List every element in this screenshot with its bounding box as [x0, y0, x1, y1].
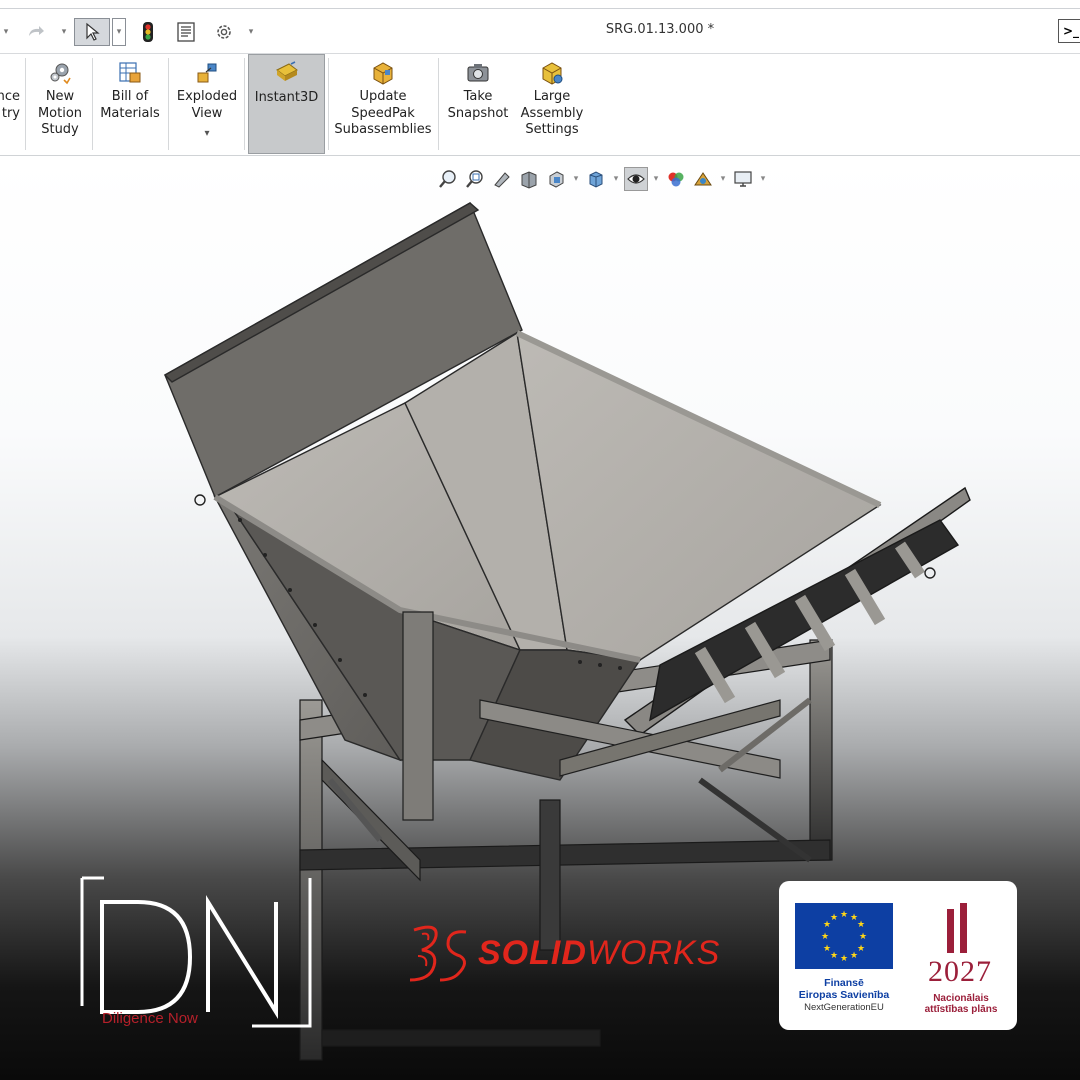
solidworks-wordmark: SOLIDWORKS: [478, 934, 720, 973]
solidworks-wordmark-light: WORKS: [586, 933, 721, 972]
previous-view-icon: [494, 172, 510, 188]
eu-text-eiropas-savieniba: Eiropas Savienība: [798, 989, 890, 1001]
apply-scene-caret[interactable]: ▾: [718, 174, 728, 184]
national-plan-year: 2027: [928, 955, 992, 988]
svg-text:★: ★: [830, 913, 838, 923]
view-settings-caret[interactable]: ▾: [758, 174, 768, 184]
display-style-icon: [589, 171, 603, 188]
eye-icon: [627, 174, 645, 184]
national-plan-text-line2: attīstības plāns: [924, 1004, 998, 1015]
view-orientation-icon: [549, 171, 564, 188]
eu-text-finanse: Finansē: [824, 977, 864, 989]
scene-icon: [694, 172, 712, 186]
section-view-icon: [521, 171, 537, 189]
view-settings-button[interactable]: [731, 167, 755, 191]
solidworks-wordmark-bold: SOLID: [478, 933, 587, 972]
svg-text:★: ★: [859, 932, 867, 942]
national-plan-text-line1: Nacionālais: [933, 993, 989, 1004]
monitor-icon: [734, 171, 752, 187]
display-style-caret[interactable]: ▾: [611, 174, 621, 184]
hide-show-items-button[interactable]: [624, 167, 648, 191]
eu-flag-icon: ★ ★ ★ ★ ★ ★ ★ ★ ★ ★ ★ ★: [795, 903, 893, 969]
svg-text:★: ★: [850, 951, 858, 961]
hide-show-caret[interactable]: ▾: [651, 174, 661, 184]
national-plan-bars-icon: [947, 903, 967, 953]
svg-text:★: ★: [821, 932, 829, 942]
svg-text:★: ★: [823, 944, 831, 954]
view-orientation-button[interactable]: [544, 167, 568, 191]
svg-text:★: ★: [857, 944, 865, 954]
previous-view-button[interactable]: [490, 167, 514, 191]
edit-appearance-button[interactable]: [664, 167, 688, 191]
apply-scene-button[interactable]: [691, 167, 715, 191]
svg-text:★: ★: [840, 910, 848, 920]
diligence-now-logo: [80, 876, 312, 1028]
svg-text:★: ★: [857, 920, 865, 930]
section-view-button[interactable]: [517, 167, 541, 191]
svg-text:★: ★: [840, 954, 848, 964]
eu-stars-icon: ★ ★★ ★★★ ★★★ ★★★: [821, 910, 867, 964]
view-orientation-caret[interactable]: ▾: [571, 174, 581, 184]
appearance-icon: [668, 172, 684, 187]
funding-badge: ★ ★ ★ ★ ★ ★ ★ ★ ★ ★ ★ ★ Finansē Eiropas Savienīb…: [779, 881, 1017, 1030]
zoom-to-area-button[interactable]: [463, 167, 487, 191]
zoom-to-fit-button[interactable]: [436, 167, 460, 191]
zoom-to-fit-icon: [439, 170, 456, 188]
view-heads-up-toolbar: ▾ ▾ ▾ ▾ ▾: [436, 166, 768, 192]
zoom-to-area-icon: [466, 170, 483, 188]
svg-text:★: ★: [830, 951, 838, 961]
solidworks-logo: SOLIDWORKS: [408, 922, 720, 984]
ds-3ds-icon: [409, 925, 467, 982]
diligence-now-tagline: Diligence Now: [102, 1010, 198, 1027]
display-style-button[interactable]: [584, 167, 608, 191]
eu-text-nextgeneration: NextGenerationEU: [804, 1002, 884, 1013]
